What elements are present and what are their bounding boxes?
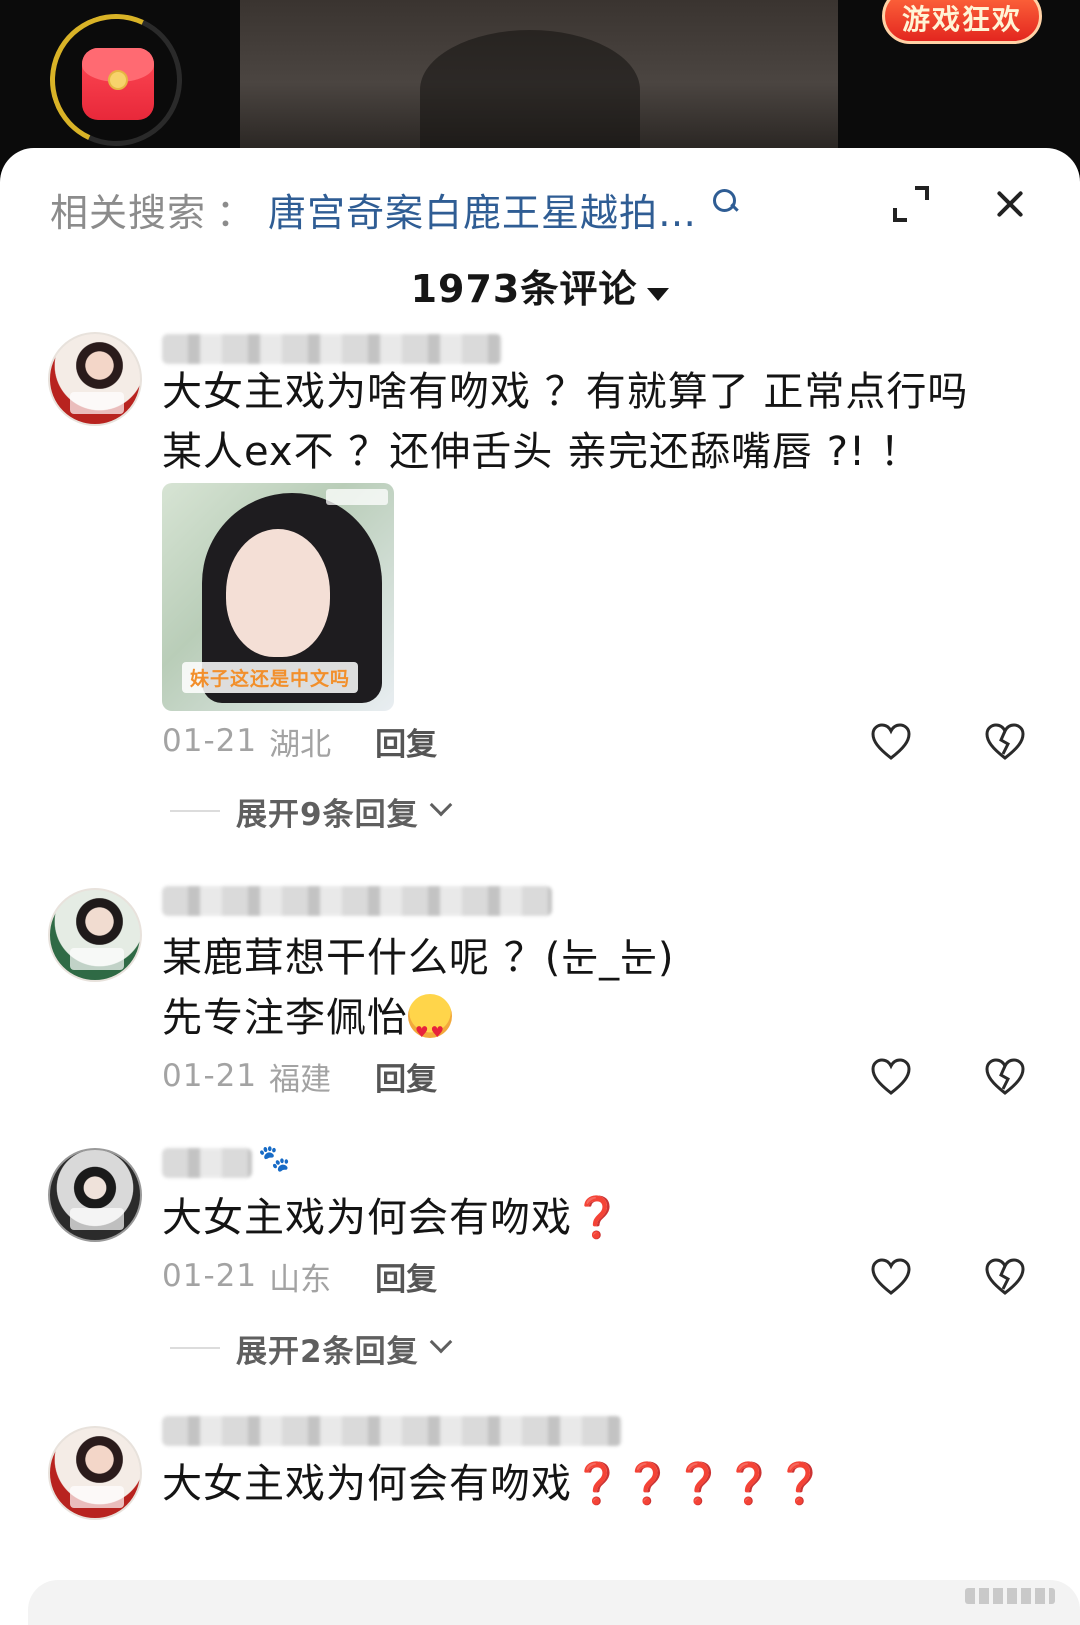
comment-text: 大女主戏为何会有吻戏 — [162, 1461, 572, 1507]
avatar[interactable] — [48, 888, 142, 982]
heart-icon[interactable] — [870, 1058, 912, 1096]
username-blurred[interactable] — [162, 886, 552, 916]
comment-sheet: 相关搜索 ： 唐宫奇案白鹿王星越拍… 1973条评论 大女主戏为啥有吻戏 ？有就… — [0, 148, 1080, 1625]
username-blurred[interactable] — [162, 1416, 622, 1446]
image-caption: 妹子这还是中文吗 — [182, 662, 359, 693]
heart-icon[interactable] — [870, 723, 912, 761]
question-mark-emoji: ❓❓❓❓❓ — [572, 1461, 827, 1507]
search-icon[interactable] — [711, 187, 743, 219]
avatar[interactable] — [48, 332, 142, 426]
comment-meta: 01-21 福建 回复 — [162, 1054, 437, 1099]
broken-heart-icon[interactable] — [984, 1058, 1026, 1096]
caret-down-icon[interactable] — [647, 288, 670, 301]
comment-meta: 01-21 山东 回复 — [162, 1254, 437, 1299]
username-blurred[interactable] — [162, 1148, 252, 1178]
reply-button[interactable]: 回复 — [375, 1254, 437, 1299]
comment-text: 某鹿茸想干什么呢 ？(눈_눈) — [162, 935, 675, 981]
related-search-colon: ： — [216, 190, 255, 235]
comment-text: 大女主戏为何会有吻戏 — [162, 1195, 572, 1241]
avatar[interactable] — [48, 1426, 142, 1520]
red-envelope-icon[interactable] — [82, 48, 154, 120]
heart-eyes-emoji-icon — [408, 994, 452, 1062]
comment-count-sort[interactable]: 1973条评论 — [0, 258, 1080, 313]
heart-icon[interactable] — [870, 1258, 912, 1296]
expand-replies-label: 展开2条回复 — [236, 1333, 419, 1370]
expand-replies[interactable]: 展开2条回复 — [170, 1328, 452, 1370]
watermark — [965, 1588, 1055, 1604]
broken-heart-icon[interactable] — [984, 1258, 1026, 1296]
red-envelope-coin — [108, 70, 128, 90]
related-search-label: 相关搜索 — [50, 190, 207, 235]
expand-replies-label: 展开9条回复 — [236, 796, 419, 833]
question-mark-emoji: ❓ — [572, 1195, 623, 1241]
comment-meta: 01-21 湖北 回复 — [162, 719, 437, 764]
expand-replies[interactable]: 展开9条回复 — [170, 791, 452, 833]
expand-icon[interactable] — [893, 186, 929, 222]
divider — [170, 810, 220, 812]
comment-text: 先专注李佩怡 — [162, 995, 408, 1041]
reply-button[interactable]: 回复 — [375, 1054, 437, 1099]
comment-date: 01-21 — [162, 723, 258, 759]
divider — [170, 1347, 220, 1349]
comment-date: 01-21 — [162, 1058, 258, 1094]
comment-text-line: 大女主戏为何会有吻戏❓ — [162, 1188, 623, 1248]
broken-heart-icon[interactable] — [984, 723, 1026, 761]
paw-icon: 🐾 — [258, 1144, 291, 1174]
avatar[interactable] — [48, 1148, 142, 1242]
comment-date: 01-21 — [162, 1258, 258, 1294]
comment-text-line: 大女主戏为何会有吻戏❓❓❓❓❓ — [162, 1454, 826, 1514]
close-icon[interactable] — [990, 184, 1030, 224]
comment-input-bar[interactable] — [28, 1580, 1080, 1625]
comment-count: 1973条评论 — [410, 267, 638, 311]
video-background: 游戏狂欢 — [0, 0, 1080, 170]
video-thumbnail[interactable] — [240, 0, 838, 150]
comment-location: 山东 — [269, 1261, 332, 1298]
related-search[interactable]: 相关搜索 ： 唐宫奇案白鹿王星越拍… — [50, 182, 743, 237]
username-blurred[interactable] — [162, 334, 502, 364]
reply-button[interactable]: 回复 — [375, 719, 437, 764]
comment-text: 大女主戏为啥有吻戏 ？有就算了 正常点行吗 — [162, 369, 969, 415]
chevron-down-icon — [429, 1330, 452, 1354]
related-search-link[interactable]: 唐宫奇案白鹿王星越拍… — [268, 182, 697, 237]
comment-location: 福建 — [269, 1061, 332, 1098]
chevron-down-icon — [429, 793, 452, 817]
comment-image[interactable]: 妹子这还是中文吗 — [162, 483, 394, 711]
comment-text: 某人ex不 ？还伸舌头 亲完还舔嘴唇 ?! ！ — [162, 429, 921, 475]
comment-location: 湖北 — [269, 726, 332, 763]
comment-text-line2: 先专注李佩怡 — [162, 988, 452, 1062]
game-carnival-badge[interactable]: 游戏狂欢 — [882, 0, 1042, 44]
